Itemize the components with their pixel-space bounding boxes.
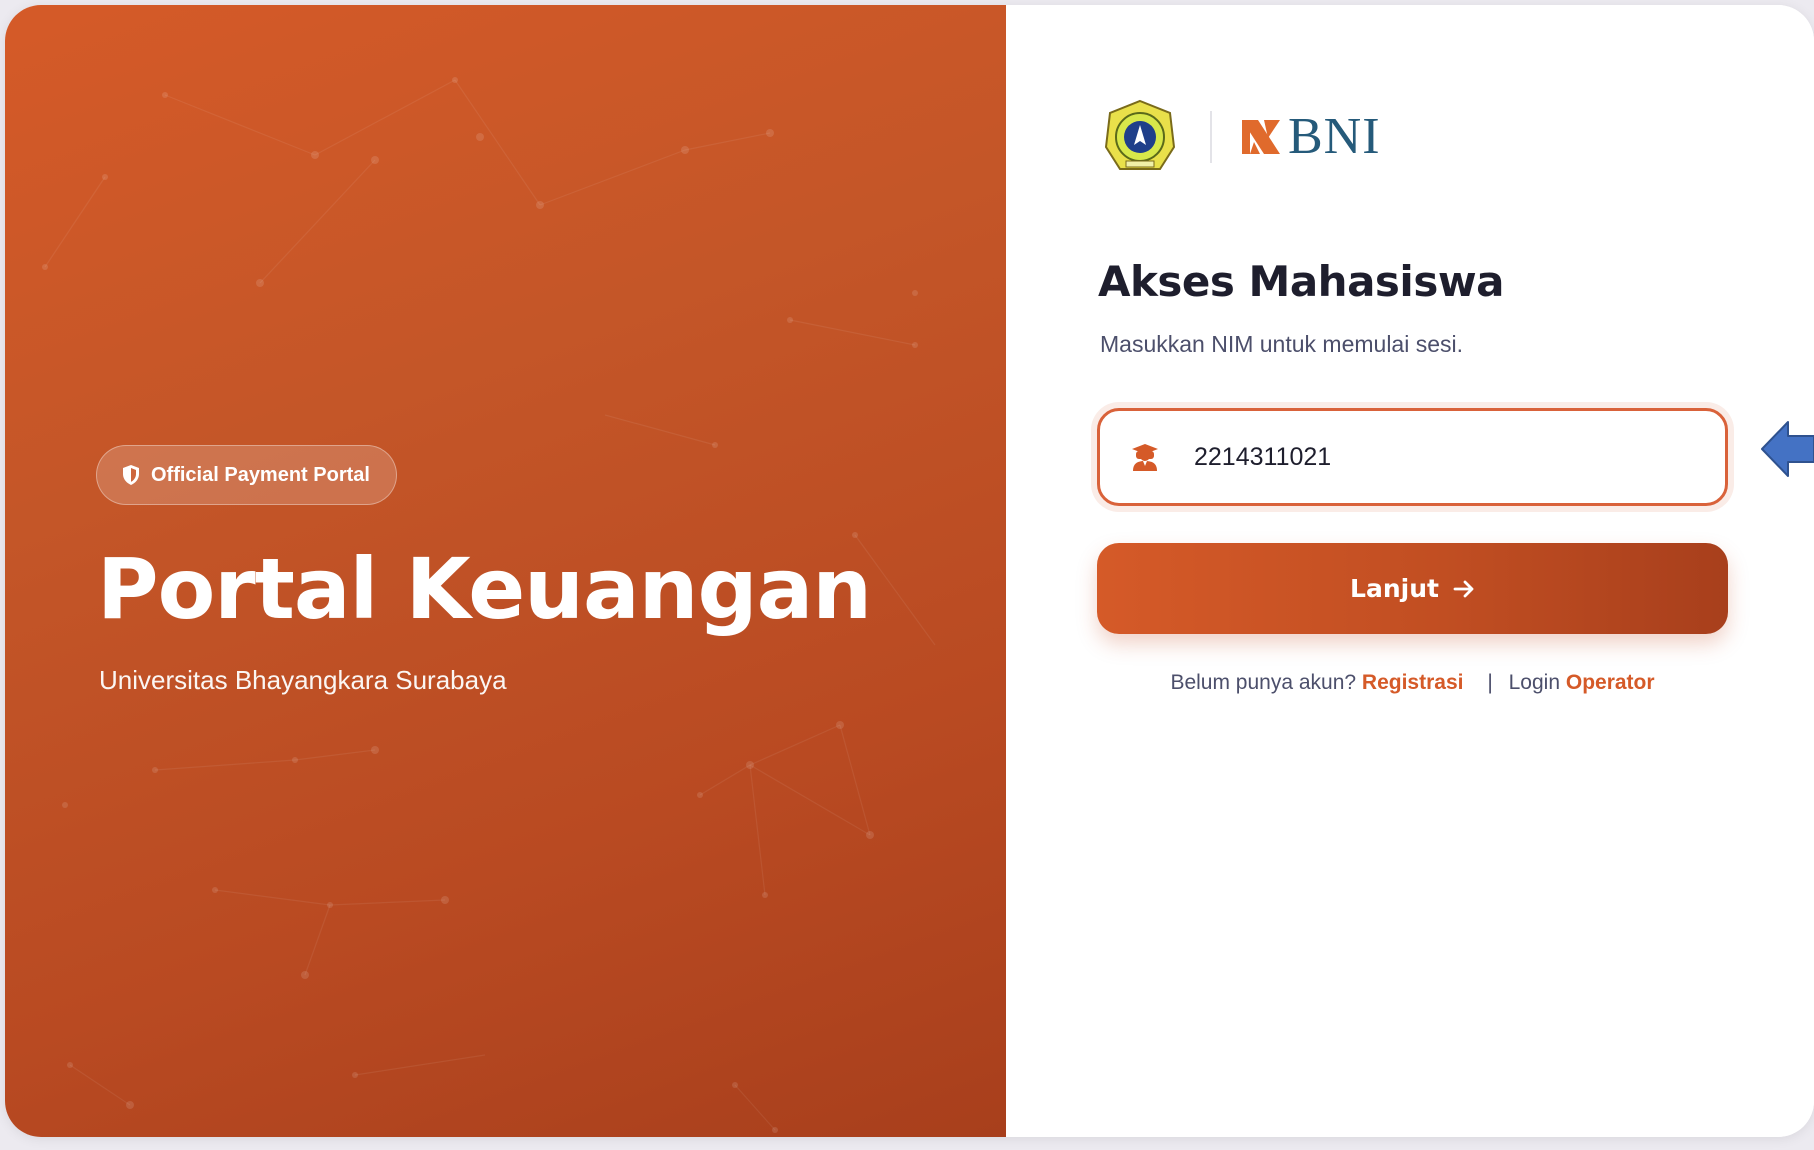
bni-logo: BNI bbox=[1240, 111, 1381, 163]
arrow-left-icon bbox=[1761, 421, 1814, 477]
no-account-text: Belum punya akun? bbox=[1170, 671, 1357, 694]
login-text: Login bbox=[1508, 671, 1561, 694]
form-title: Akses Mahasiswa bbox=[1098, 257, 1504, 306]
bni-wordmark: BNI bbox=[1288, 108, 1381, 165]
badge-label: Official Payment Portal bbox=[151, 463, 370, 486]
login-card: Official Payment Portal Portal Keuangan … bbox=[5, 5, 1814, 1137]
logo-bar: BNI bbox=[1100, 97, 1381, 177]
logo-separator bbox=[1210, 111, 1212, 163]
hero-subtitle: Universitas Bhayangkara Surabaya bbox=[99, 665, 507, 695]
operator-login-link[interactable]: Operator bbox=[1566, 671, 1655, 694]
continue-button-label: Lanjut bbox=[1350, 574, 1439, 603]
bni-mark-icon bbox=[1242, 120, 1280, 154]
link-divider: | bbox=[1487, 671, 1493, 694]
hero-panel: Official Payment Portal Portal Keuangan … bbox=[5, 5, 1006, 1137]
continue-button[interactable]: Lanjut bbox=[1097, 543, 1728, 634]
nim-field[interactable] bbox=[1097, 408, 1728, 506]
register-link[interactable]: Registrasi bbox=[1362, 671, 1464, 694]
student-icon bbox=[1132, 444, 1158, 471]
arrow-right-icon bbox=[1453, 580, 1474, 597]
university-crest-logo bbox=[1104, 99, 1176, 170]
auth-links: Belum punya akun? Registrasi | Login Ope… bbox=[1097, 671, 1728, 695]
official-portal-badge: Official Payment Portal bbox=[96, 445, 397, 505]
shield-icon bbox=[123, 465, 139, 485]
form-panel: BNI Akses Mahasiswa Masukkan NIM untuk m… bbox=[1006, 5, 1814, 1137]
hero-title: Portal Keuangan bbox=[97, 540, 872, 638]
form-subtitle: Masukkan NIM untuk memulai sesi. bbox=[1100, 331, 1464, 357]
nim-input[interactable] bbox=[1194, 442, 1674, 472]
